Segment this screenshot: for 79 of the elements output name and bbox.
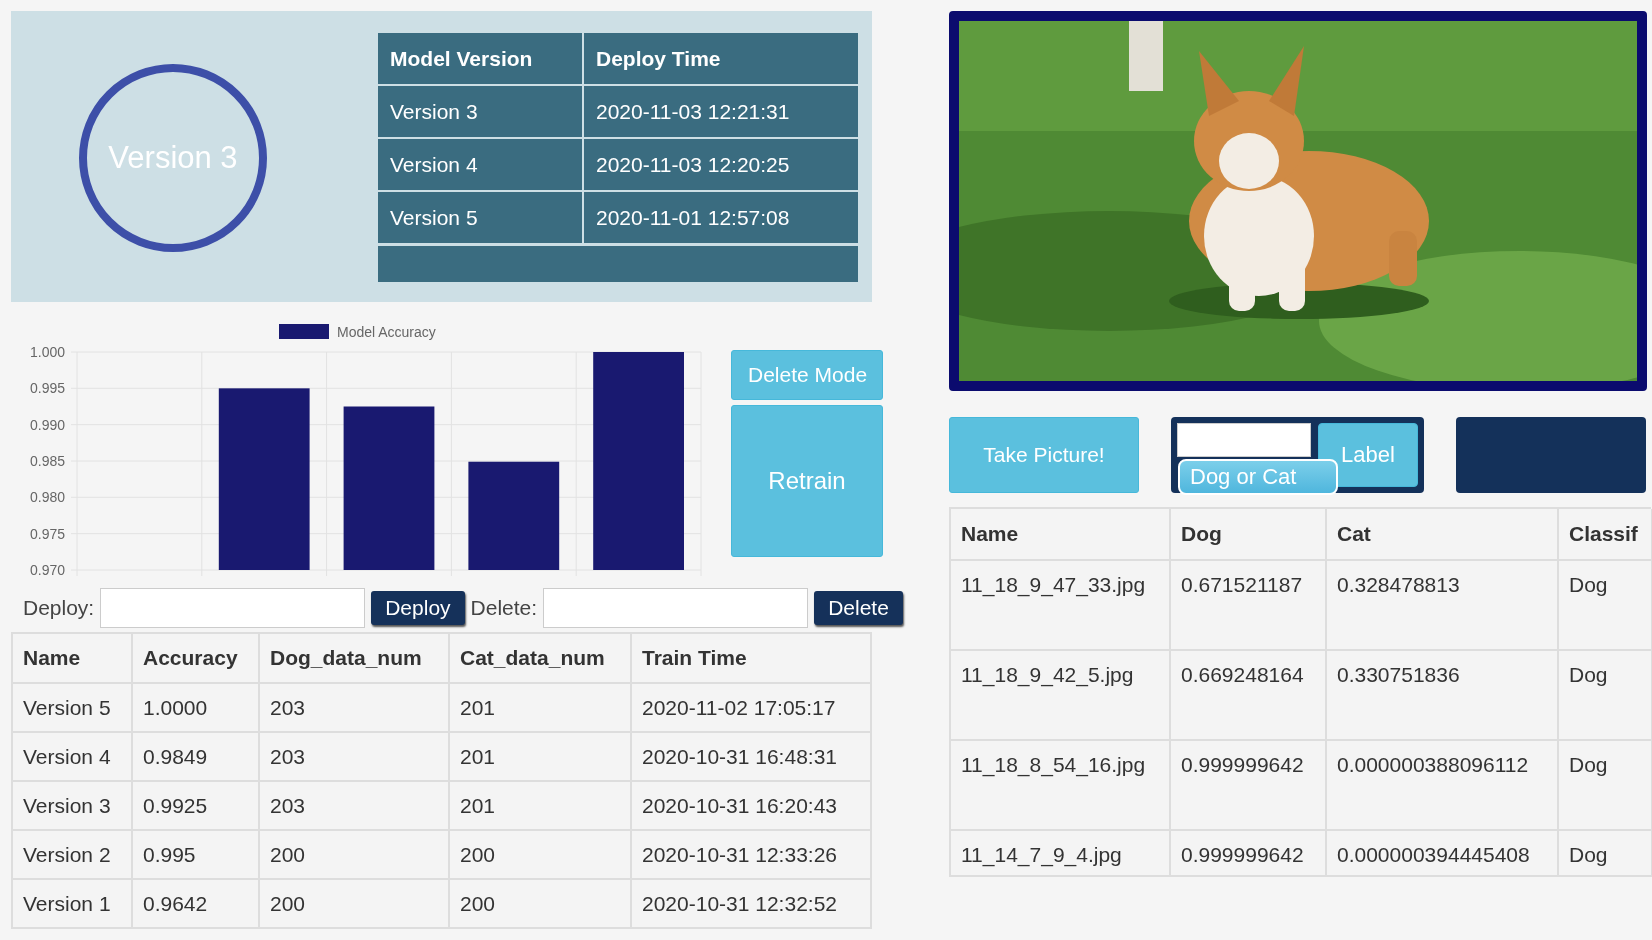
retrain-button[interactable]: Retrain: [731, 405, 883, 557]
table-cell: 2020-11-03 12:20:25: [584, 139, 858, 190]
table-cell: 200: [450, 880, 632, 929]
table-cell: Version 3: [13, 782, 133, 831]
table-cell: Version 5: [13, 684, 133, 733]
y-tick-label: 0.995: [29, 380, 65, 397]
legend-swatch: [279, 324, 329, 339]
table-cell: 0.000000394445408: [1327, 831, 1559, 877]
table-cell: 0.671521187: [1171, 561, 1327, 651]
table-cell: 200: [260, 831, 450, 880]
label-field[interactable]: [1177, 423, 1311, 457]
table-cell: 0.328478813: [1327, 561, 1559, 651]
table-cell: 200: [450, 831, 632, 880]
column-header: Dog_data_num: [260, 634, 450, 684]
table-cell: 0.999999642: [1171, 831, 1327, 877]
table-cell: 11_18_9_42_5.jpg: [951, 651, 1171, 741]
table-cell: Version 4: [13, 733, 133, 782]
y-tick-label: 0.990: [29, 416, 65, 433]
table-cell: 201: [450, 684, 632, 733]
table-cell: 2020-10-31 12:33:26: [632, 831, 872, 880]
table-cell: 0.000000388096112: [1327, 741, 1559, 831]
take-picture-button[interactable]: Take Picture!: [949, 417, 1139, 493]
suggestion-option[interactable]: Dog or Cat: [1178, 459, 1338, 495]
table-cell: 203: [260, 733, 450, 782]
deploy-button[interactable]: Deploy: [371, 591, 465, 625]
delete-model-button[interactable]: Delete Mode: [731, 350, 883, 400]
column-header: Model Version: [378, 33, 582, 84]
table-cell: 203: [260, 782, 450, 831]
y-tick-label: 1.000: [29, 344, 65, 360]
y-tick-label: 0.970: [29, 562, 65, 578]
column-header: Cat: [1327, 509, 1559, 561]
table-cell: 200: [260, 880, 450, 929]
y-tick-label: 0.980: [29, 489, 65, 506]
delete-label: Delete:: [470, 596, 538, 620]
table-cell: 2020-10-31 16:48:31: [632, 733, 872, 782]
table-cell: 203: [260, 684, 450, 733]
column-header: Deploy Time: [584, 33, 858, 84]
deploy-label: Deploy:: [23, 596, 95, 620]
table-cell: Version 1: [13, 880, 133, 929]
table-cell: 201: [450, 733, 632, 782]
table-cell: 2020-10-31 16:20:43: [632, 782, 872, 831]
column-header: Name: [13, 634, 133, 684]
table-cell: Dog: [1559, 651, 1652, 741]
label-button[interactable]: Label: [1318, 423, 1418, 487]
table-cell: Dog: [1559, 741, 1652, 831]
table-cell: 0.9925: [133, 782, 260, 831]
table-cell: 0.9849: [133, 733, 260, 782]
legend-label: Model Accuracy: [337, 324, 436, 340]
table-cell: Dog: [1559, 831, 1652, 877]
delete-field[interactable]: [543, 588, 809, 628]
column-header: Classif: [1559, 509, 1652, 561]
column-header: Dog: [1171, 509, 1327, 561]
table-cell: 0.999999642: [1171, 741, 1327, 831]
table-cell: Version 4: [378, 139, 582, 190]
table-cell: 2020-10-31 12:32:52: [632, 880, 872, 929]
table-cell: 2020-11-03 12:21:31: [584, 86, 858, 137]
column-header: Name: [951, 509, 1171, 561]
table-cell: 2020-11-01 12:57:08: [584, 192, 858, 243]
table-cell: 201: [450, 782, 632, 831]
table-cell: 11_18_8_54_16.jpg: [951, 741, 1171, 831]
table-cell: 0.995: [133, 831, 260, 880]
table-cell: 2020-11-02 17:05:17: [632, 684, 872, 733]
table-cell: Version 5: [378, 192, 582, 243]
table-cell: 0.9642: [133, 880, 260, 929]
delete-button[interactable]: Delete: [814, 591, 903, 625]
table-cell: 11_14_7_9_4.jpg: [951, 831, 1171, 877]
y-tick-label: 0.975: [29, 525, 65, 542]
y-tick-label: 0.985: [29, 453, 65, 469]
table-cell: Version 2: [13, 831, 133, 880]
deploy-field[interactable]: [100, 588, 366, 628]
table-cell: 1.0000: [133, 684, 260, 733]
table-cell: Version 3: [378, 86, 582, 137]
table-cell: 0.669248164: [1171, 651, 1327, 741]
table-cell: 0.330751836: [1327, 651, 1559, 741]
table-cell: Dog: [1559, 561, 1652, 651]
column-header: Accuracy: [133, 634, 260, 684]
column-header: Cat_data_num: [450, 634, 632, 684]
column-header: Train Time: [632, 634, 872, 684]
table-cell: 11_18_9_47_33.jpg: [951, 561, 1171, 651]
